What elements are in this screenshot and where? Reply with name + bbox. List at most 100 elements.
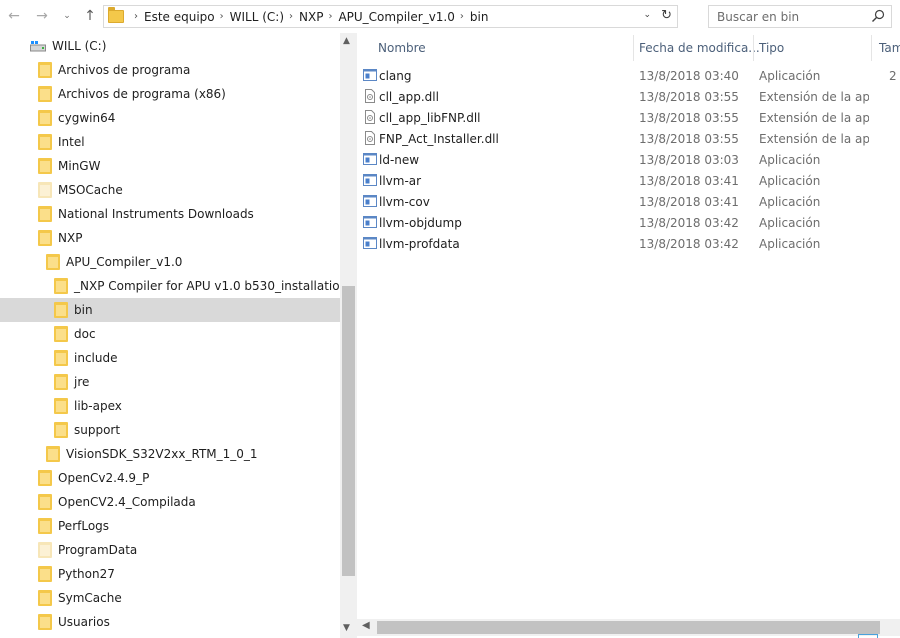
breadcrumb-separator-icon[interactable]: ›	[220, 11, 224, 22]
breadcrumb-separator-icon[interactable]: ›	[328, 11, 332, 22]
folder-icon	[54, 374, 68, 390]
scroll-left-icon[interactable]: ◀	[362, 620, 370, 631]
tree-item-label: Archivos de programa	[58, 63, 191, 77]
tree-item-label: _NXP Compiler for APU v1.0 b530_installa…	[74, 279, 340, 293]
tree-item-opencv24-compilada[interactable]: OpenCV2.4_Compilada	[0, 490, 340, 514]
folder-icon	[38, 566, 52, 582]
refresh-icon[interactable]: ↻	[661, 8, 672, 23]
scroll-up-icon[interactable]: ▲	[343, 36, 350, 46]
tree-item-national-instruments-downloads[interactable]: National Instruments Downloads	[0, 202, 340, 226]
search-placeholder[interactable]: Buscar en bin	[717, 10, 799, 24]
tree-item-apu-compiler[interactable]: APU_Compiler_v1.0	[0, 250, 340, 274]
file-row[interactable]: cll_app.dll 13/8/2018 03:55 Extensión de…	[357, 86, 900, 107]
breadcrumb-nxp[interactable]: NXP	[299, 10, 323, 24]
breadcrumb-separator-icon[interactable]: ›	[134, 11, 138, 22]
file-row[interactable]: clang 13/8/2018 03:40 Aplicación 2	[357, 65, 900, 86]
forward-arrow-icon[interactable]: →	[32, 6, 52, 26]
sort-ascending-icon: ˄	[497, 33, 502, 41]
tree-item-intel[interactable]: Intel	[0, 130, 340, 154]
file-row[interactable]: llvm-objdump 13/8/2018 03:42 Aplicación	[357, 212, 900, 233]
scroll-down-icon[interactable]: ▼	[343, 623, 350, 633]
tree-item-symcache[interactable]: SymCache	[0, 586, 340, 610]
column-header-name[interactable]: Nombre	[378, 37, 426, 59]
tree-item-label: doc	[74, 327, 96, 341]
tree-item-nxp-compiler-installation[interactable]: _NXP Compiler for APU v1.0 b530_installa…	[0, 274, 340, 298]
tree-item-archivos-de-programa[interactable]: Archivos de programa	[0, 58, 340, 82]
file-date: 13/8/2018 03:42	[639, 215, 739, 230]
search-box[interactable]: Buscar en bin	[708, 5, 892, 28]
column-header-type[interactable]: Tipo	[759, 37, 784, 59]
tree-item-opencv249p[interactable]: OpenCv2.4.9_P	[0, 466, 340, 490]
folder-icon	[38, 158, 52, 174]
file-row[interactable]: ld-new 13/8/2018 03:03 Aplicación	[357, 149, 900, 170]
tree-item-bin[interactable]: bin	[0, 298, 340, 322]
tree-item-label: jre	[74, 375, 90, 389]
folder-icon	[46, 254, 60, 270]
tree-item-visionsdk[interactable]: VisionSDK_S32V2xx_RTM_1_0_1	[0, 442, 340, 466]
tree-item-support[interactable]: support	[0, 418, 340, 442]
tree-item-doc[interactable]: doc	[0, 322, 340, 346]
dll-icon	[365, 131, 375, 145]
tree-item-label: Archivos de programa (x86)	[58, 87, 226, 101]
column-header-size[interactable]: Tam	[879, 37, 900, 59]
tree-item-include[interactable]: include	[0, 346, 340, 370]
file-date: 13/8/2018 03:42	[639, 236, 739, 251]
file-row[interactable]: FNP_Act_Installer.dll 13/8/2018 03:55 Ex…	[357, 128, 900, 149]
navigation-scrollbar-thumb[interactable]	[342, 286, 355, 576]
up-arrow-icon[interactable]: ↑	[80, 6, 100, 26]
tree-item-label: OpenCV2.4_Compilada	[58, 495, 196, 509]
address-dropdown-icon[interactable]: ⌄	[643, 10, 651, 20]
breadcrumb-bin[interactable]: bin	[470, 10, 489, 24]
tree-item-will-c[interactable]: WILL (C:)	[0, 34, 340, 58]
column-divider[interactable]	[633, 35, 634, 61]
file-type: Aplicación	[759, 215, 821, 230]
dll-icon	[365, 89, 375, 103]
tree-item-usuarios[interactable]: Usuarios	[0, 610, 340, 634]
tree-item-msocache[interactable]: MSOCache	[0, 178, 340, 202]
file-date: 13/8/2018 03:41	[639, 173, 739, 188]
application-icon	[363, 237, 377, 249]
breadcrumb-apu-compiler[interactable]: APU_Compiler_v1.0	[338, 10, 454, 24]
address-bar[interactable]: › Este equipo › WILL (C:) › NXP › APU_Co…	[103, 5, 678, 28]
tree-item-mingw[interactable]: MinGW	[0, 154, 340, 178]
breadcrumb-este-equipo[interactable]: Este equipo	[144, 10, 215, 24]
recent-locations-chevron-icon[interactable]: ⌄	[60, 6, 74, 26]
folder-icon	[54, 350, 68, 366]
folder-icon	[38, 494, 52, 510]
tree-item-jre[interactable]: jre	[0, 370, 340, 394]
tree-item-cygwin64[interactable]: cygwin64	[0, 106, 340, 130]
back-arrow-icon[interactable]: ←	[4, 6, 24, 26]
file-row[interactable]: llvm-profdata 13/8/2018 03:42 Aplicación	[357, 233, 900, 254]
folder-icon	[46, 446, 60, 462]
file-list-horizontal-scrollbar[interactable]: ◀	[357, 619, 900, 636]
tree-item-archivos-de-programa-x86[interactable]: Archivos de programa (x86)	[0, 82, 340, 106]
search-icon[interactable]	[871, 9, 885, 23]
folder-icon	[38, 470, 52, 486]
tree-item-nxp[interactable]: NXP	[0, 226, 340, 250]
tree-item-label: SymCache	[58, 591, 122, 605]
file-type: Aplicación	[759, 173, 821, 188]
breadcrumb-will-c[interactable]: WILL (C:)	[230, 10, 284, 24]
file-row[interactable]: cll_app_libFNP.dll 13/8/2018 03:55 Exten…	[357, 107, 900, 128]
column-header-date[interactable]: Fecha de modifica...	[639, 37, 760, 59]
breadcrumb-separator-icon[interactable]: ›	[460, 11, 464, 22]
tree-item-perflogs[interactable]: PerfLogs	[0, 514, 340, 538]
column-divider[interactable]	[753, 35, 754, 61]
horizontal-scrollbar-thumb[interactable]	[377, 621, 880, 634]
file-type: Aplicación	[759, 152, 821, 167]
folder-icon	[38, 230, 52, 246]
view-toggle-indicator[interactable]	[858, 634, 878, 638]
tree-item-lib-apex[interactable]: lib-apex	[0, 394, 340, 418]
tree-item-label: NXP	[58, 231, 83, 245]
navigation-scrollbar[interactable]: ▲ ▼	[340, 33, 357, 638]
file-row[interactable]: llvm-ar 13/8/2018 03:41 Aplicación	[357, 170, 900, 191]
dll-icon	[365, 110, 375, 124]
tree-item-python27[interactable]: Python27	[0, 562, 340, 586]
tree-item-programdata[interactable]: ProgramData	[0, 538, 340, 562]
column-divider[interactable]	[871, 35, 872, 61]
file-name: llvm-ar	[379, 173, 422, 188]
application-icon	[363, 195, 377, 207]
file-row[interactable]: llvm-cov 13/8/2018 03:41 Aplicación	[357, 191, 900, 212]
breadcrumb-separator-icon[interactable]: ›	[289, 11, 293, 22]
navigation-pane: WILL (C:) Archivos de programa Archivos …	[0, 33, 340, 638]
